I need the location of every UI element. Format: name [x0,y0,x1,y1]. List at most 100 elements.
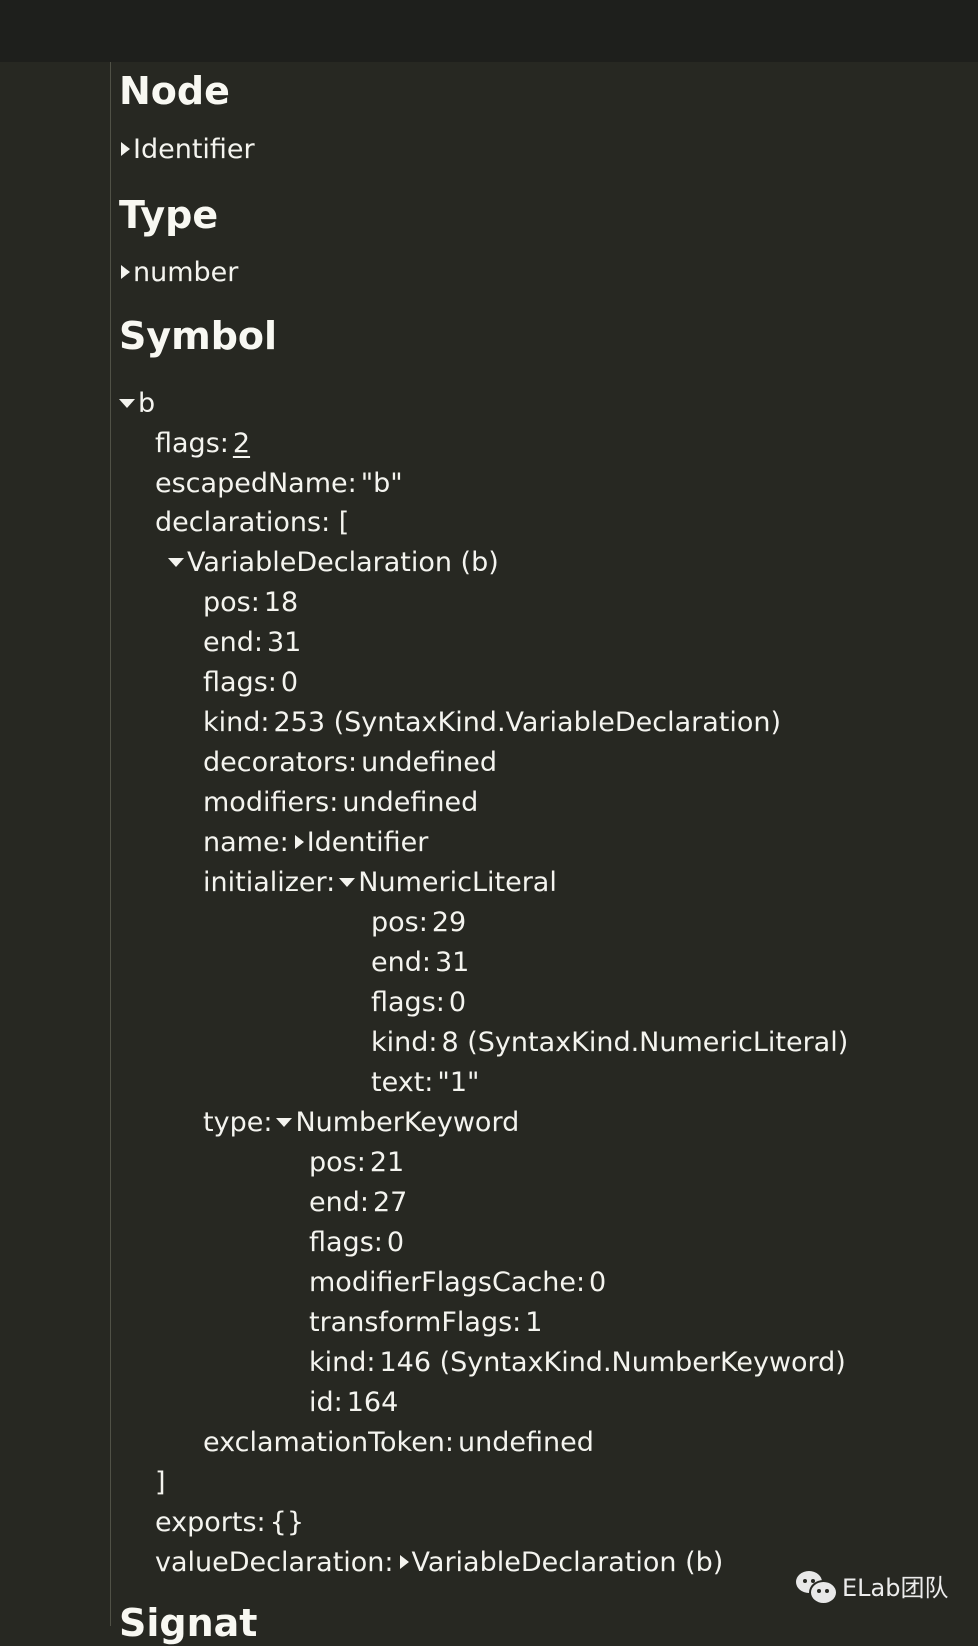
decl-decorators-row: decoratorsundefined [203,746,497,780]
prop-key: kind [309,1347,376,1378]
prop-value: 31 [266,627,302,658]
prop-key: text [371,1067,433,1098]
declarations-open: declarations: [ [155,507,350,538]
type-id-row: id164 [309,1386,398,1420]
prop-key: flags [203,667,277,698]
type-modifier-flags-cache-row: modifierFlagsCache0 [309,1266,606,1300]
prop-key: pos [203,587,260,618]
prop-value: 27 [372,1187,408,1218]
decl-initializer-row[interactable]: initializer NumericLiteral [203,866,557,900]
prop-key: flags [309,1227,383,1258]
value-declaration-row[interactable]: valueDeclaration VariableDeclaration (b) [155,1546,723,1580]
prop-key: kind [371,1027,438,1058]
variable-declaration-label: VariableDeclaration (b) [187,547,499,578]
prop-key: end [203,627,263,658]
prop-value: "b" [360,468,403,499]
prop-value: {} [269,1507,304,1538]
decl-name-row[interactable]: name Identifier [203,826,428,860]
type-flags-row: flags0 [309,1226,404,1260]
collapse-arrow-icon[interactable] [339,878,356,887]
prop-key: valueDeclaration [155,1547,394,1578]
prop-value: VariableDeclaration (b) [411,1547,724,1578]
prop-value: undefined [458,1427,594,1458]
init-flags-row: flags0 [371,986,466,1020]
prop-value: NumericLiteral [358,867,557,898]
exports-row: exports{} [155,1506,304,1540]
prop-value: NumberKeyword [295,1107,520,1138]
prop-value: 164 [346,1387,399,1418]
symbol-tree-item[interactable]: b [119,387,155,421]
prop-value: 0 [448,987,467,1018]
prop-value: 18 [263,587,299,618]
decl-flags-row: flags0 [203,666,298,700]
prop-value: 29 [431,907,467,938]
watermark: ELab团队 [796,1568,949,1605]
prop-key: modifierFlagsCache [309,1267,585,1298]
expand-arrow-icon[interactable] [121,264,130,279]
prop-value: undefined [342,787,479,818]
top-bar [0,0,978,62]
type-heading: Type [119,193,219,237]
node-value: Identifier [133,134,255,165]
init-end-row: end31 [371,946,469,980]
symbol-heading: Symbol [119,314,278,358]
decl-type-row[interactable]: type NumberKeyword [203,1106,519,1140]
type-end-row: end27 [309,1186,407,1220]
prop-key: end [371,947,431,978]
type-pos-row: pos21 [309,1146,404,1180]
symbol-name: b [138,388,156,419]
prop-key: id [309,1387,343,1418]
type-tree-item[interactable]: number [119,256,238,290]
expand-arrow-icon[interactable] [399,1554,409,1569]
prop-key: flags [155,428,229,459]
prop-value: 8 (SyntaxKind.NumericLiteral) [441,1027,849,1058]
flags-value-link[interactable]: 2 [233,428,250,459]
prop-value: "1" [437,1067,480,1098]
escaped-name-row: escapedName"b" [155,467,403,501]
decl-exclamation-token-row: exclamationTokenundefined [203,1426,594,1460]
prop-key: transformFlags [309,1307,521,1338]
watermark-text: ELab团队 [842,1574,949,1602]
symbol-flags-row: flags2 [155,427,250,461]
prop-value: undefined [361,747,497,778]
decl-modifiers-row: modifiersundefined [203,786,478,820]
expand-arrow-icon[interactable] [121,141,130,156]
collapse-arrow-icon[interactable] [168,558,184,567]
declarations-close: ] [155,1467,166,1498]
type-kind-row: kind146 (SyntaxKind.NumberKeyword) [309,1346,846,1380]
prop-value: 0 [280,667,299,698]
prop-value: 253 (SyntaxKind.VariableDeclaration) [273,707,782,738]
init-kind-row: kind8 (SyntaxKind.NumericLiteral) [371,1026,848,1060]
prop-value: 1 [525,1307,543,1338]
type-transform-flags-row: transformFlags1 [309,1306,542,1340]
prop-key: pos [309,1147,366,1178]
collapse-arrow-icon[interactable] [276,1118,293,1127]
prop-key: type [203,1107,272,1138]
prop-key: name [203,827,289,858]
prop-key: escapedName [155,468,357,499]
prop-value: 0 [589,1267,607,1298]
node-tree-item[interactable]: Identifier [119,133,255,167]
prop-key: pos [371,907,428,938]
decl-end-row: end31 [203,626,301,660]
node-heading: Node [119,69,230,113]
prop-key: kind [203,707,270,738]
signature-heading-partial: Signat [119,1601,258,1645]
prop-value: Identifier [306,827,429,858]
prop-key: modifiers [203,787,338,818]
init-text-row: text"1" [371,1066,479,1100]
prop-key: end [309,1187,369,1218]
type-value: number [133,257,239,288]
decl-kind-row: kind253 (SyntaxKind.VariableDeclaration) [203,706,781,740]
prop-key: exports [155,1507,266,1538]
prop-value: 0 [386,1227,405,1258]
decl-pos-row: pos18 [203,586,298,620]
expand-arrow-icon[interactable] [294,834,304,849]
variable-declaration-item[interactable]: VariableDeclaration (b) [168,546,499,580]
wechat-icon [796,1569,838,1605]
panel-divider[interactable] [110,62,111,1626]
prop-value: 21 [369,1147,405,1178]
prop-key: flags [371,987,445,1018]
prop-value: 146 (SyntaxKind.NumberKeyword) [379,1347,846,1378]
collapse-arrow-icon[interactable] [119,399,135,408]
